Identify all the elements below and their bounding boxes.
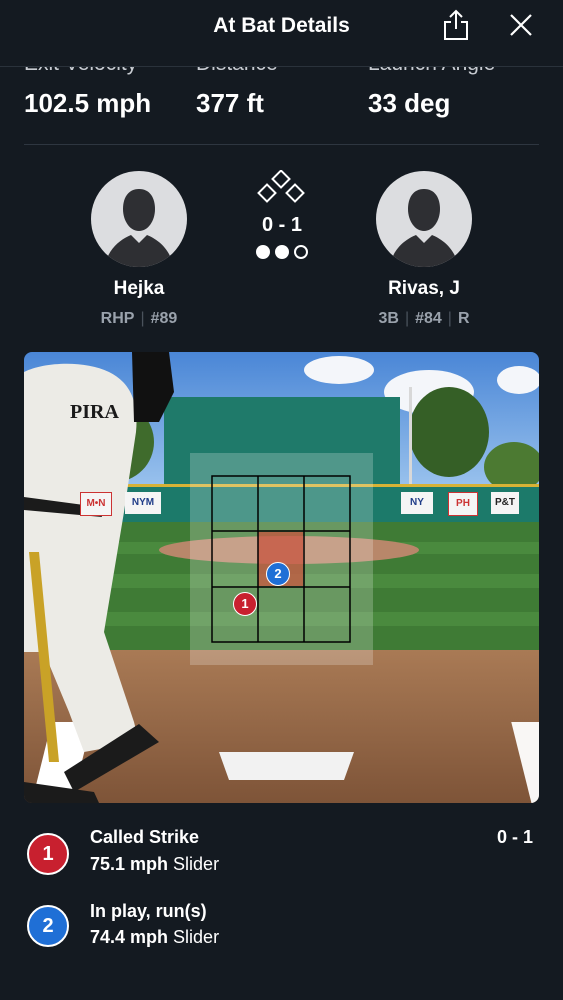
pitch-result: Called Strike xyxy=(90,827,200,847)
ad-board: P&T xyxy=(491,492,519,514)
pitch-result: In play, run(s) xyxy=(90,901,207,921)
person-silhouette-icon xyxy=(390,189,458,267)
pitch-marker-1[interactable]: 1 xyxy=(233,592,257,616)
pitch-description: 74.4 mph Slider xyxy=(90,927,219,948)
pitch-number-badge: 2 xyxy=(27,905,69,947)
pitcher-number: #89 xyxy=(150,310,178,327)
batter-number: #84 xyxy=(415,310,442,327)
bases-diamond-icon xyxy=(257,170,305,203)
ad-board: NY xyxy=(401,492,433,514)
header: At Bat Details xyxy=(0,0,563,67)
pitch-count: 0 - 1 xyxy=(496,827,533,847)
divider xyxy=(24,144,539,145)
batter-bats: R xyxy=(457,310,470,327)
pitch-number-badge: 1 xyxy=(27,833,69,875)
pitcher-name: Hejka xyxy=(113,278,165,299)
ad-board: NYM xyxy=(125,492,161,514)
pitch-type: Slider xyxy=(173,927,220,947)
pitcher-avatar[interactable] xyxy=(91,171,187,267)
batter-avatar[interactable] xyxy=(376,171,472,267)
close-icon[interactable] xyxy=(508,12,534,38)
stat-value: 102.5 mph xyxy=(24,88,152,118)
batter-position: 3B xyxy=(378,310,399,327)
pitch-speed: 74.4 mph xyxy=(90,927,169,947)
pitcher-throws: RHP xyxy=(100,310,135,327)
person-silhouette-icon xyxy=(105,189,173,267)
ad-board: M•N xyxy=(80,492,112,516)
svg-text:PIRA: PIRA xyxy=(70,401,119,423)
share-icon[interactable] xyxy=(443,9,469,41)
pitch-speed: 75.1 mph xyxy=(90,854,169,874)
pitch-marker-2[interactable]: 2 xyxy=(266,562,290,586)
strike-zone-view: PIRA M•N NYM NY PH P&T 1 2 xyxy=(24,352,539,803)
stat-value: 33 deg xyxy=(368,88,451,118)
pitch-description: 75.1 mph Slider xyxy=(90,854,219,875)
at-bat-count: 0 - 1 xyxy=(261,214,303,236)
pitch-list-item[interactable]: 1 Called Strike 75.1 mph Slider 0 - 1 xyxy=(0,824,563,886)
ad-board: PH xyxy=(448,492,478,516)
batter-name: Rivas, J xyxy=(388,278,460,299)
page-title: At Bat Details xyxy=(213,14,350,37)
batter-meta: 3B | #84 | R xyxy=(378,310,470,327)
pitch-type: Slider xyxy=(173,854,220,874)
pitch-list-item[interactable]: 2 In play, run(s) 74.4 mph Slider xyxy=(0,896,563,958)
outs-indicator xyxy=(256,245,308,259)
pitcher-meta: RHP | #89 xyxy=(100,310,178,327)
stat-value: 377 ft xyxy=(196,88,264,118)
